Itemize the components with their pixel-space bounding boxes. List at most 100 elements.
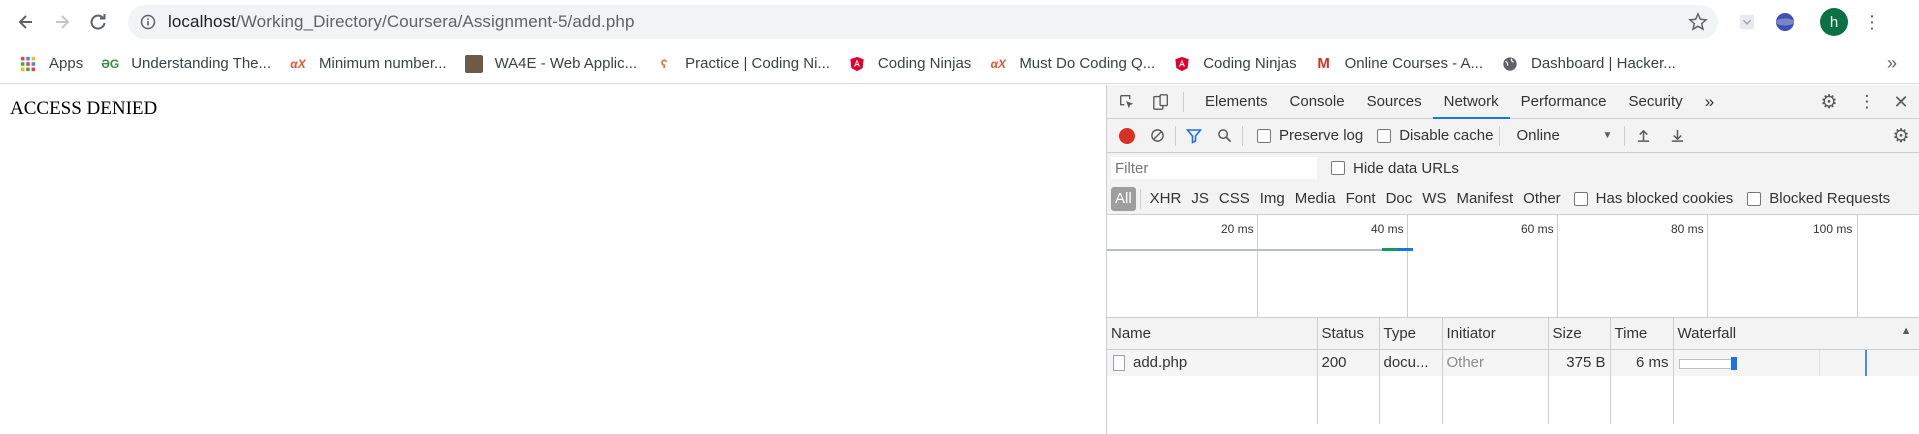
bookmark-edx-1[interactable]: αX Minimum number...	[280, 50, 456, 78]
wa4e-icon	[464, 54, 483, 73]
tab-sources[interactable]: Sources	[1356, 85, 1433, 119]
overview-download-segment	[1397, 248, 1413, 251]
import-har-icon[interactable]	[1631, 124, 1655, 148]
has-blocked-cookies-checkbox[interactable]: Has blocked cookies	[1573, 190, 1733, 207]
record-button[interactable]	[1119, 127, 1135, 144]
column-header-time[interactable]: Time	[1610, 318, 1674, 350]
settings-gear-icon[interactable]: ⚙	[1817, 90, 1841, 114]
type-manifest[interactable]: Manifest	[1451, 187, 1518, 211]
back-button[interactable]	[10, 6, 42, 38]
kebab-menu-icon[interactable]: ⋮	[1862, 12, 1882, 33]
toolbar-divider	[1624, 125, 1626, 146]
column-header-name[interactable]: Name	[1107, 318, 1318, 350]
filter-input[interactable]	[1111, 157, 1317, 179]
bookmark-edx-2[interactable]: αX Must Do Coding Q...	[980, 50, 1164, 78]
close-devtools-icon[interactable]: ✕	[1889, 90, 1913, 114]
type-img[interactable]: Img	[1255, 187, 1290, 211]
star-icon[interactable]	[1688, 12, 1708, 32]
type-doc[interactable]: Doc	[1381, 187, 1418, 211]
bookmark-coding-ninjas-2[interactable]: Coding Ninjas	[1164, 50, 1305, 78]
device-toolbar-icon[interactable]	[1149, 90, 1173, 114]
hide-data-urls-checkbox[interactable]: Hide data URLs	[1331, 160, 1459, 177]
type-font[interactable]: Font	[1341, 187, 1381, 211]
toolbar-divider	[1175, 125, 1176, 146]
coding-ninjas-icon: ʕ	[660, 56, 668, 71]
devtools-tabbar: Elements Console Sources Network Perform…	[1107, 85, 1919, 119]
type-other[interactable]: Other	[1518, 187, 1566, 211]
bookmark-apps[interactable]: Apps	[10, 50, 92, 78]
column-header-waterfall[interactable]: Waterfall ▲	[1673, 318, 1919, 350]
timeline-gridline	[1707, 215, 1708, 318]
reload-icon	[90, 14, 106, 30]
clear-icon[interactable]	[1145, 124, 1169, 148]
reload-button[interactable]	[82, 6, 114, 38]
bookmark-practice-coding-ninjas[interactable]: ʕ Practice | Coding Ni...	[646, 50, 839, 78]
sort-ascending-icon: ▲	[1900, 325, 1912, 337]
type-ws[interactable]: WS	[1417, 187, 1451, 211]
tab-elements[interactable]: Elements	[1194, 85, 1279, 119]
bookmark-online-courses[interactable]: M Online Courses - A...	[1306, 50, 1492, 78]
column-header-type[interactable]: Type	[1379, 318, 1443, 350]
bookmarks-overflow-icon[interactable]: »	[1887, 53, 1897, 74]
type-media[interactable]: Media	[1290, 187, 1341, 211]
avatar[interactable]: h	[1820, 8, 1848, 36]
browser-toolbar: localhost/Working_Directory/Coursera/Ass…	[0, 0, 1919, 44]
type-css[interactable]: CSS	[1214, 187, 1255, 211]
url-text: localhost/Working_Directory/Coursera/Ass…	[168, 12, 635, 31]
tab-console[interactable]: Console	[1279, 85, 1356, 119]
more-tabs-icon[interactable]: »	[1694, 85, 1725, 119]
bookmark-wa4e[interactable]: WA4E - Web Applic...	[456, 50, 647, 78]
toolbar-divider	[1139, 188, 1141, 209]
network-overview-timeline[interactable]: 20 ms 40 ms 60 ms 80 ms 100 ms	[1107, 215, 1919, 318]
extension-icon[interactable]	[1734, 9, 1760, 35]
waterfall-gridline	[1818, 349, 1820, 376]
search-icon[interactable]	[1212, 124, 1236, 148]
waterfall-download-bar	[1730, 356, 1737, 370]
bookmark-label: Apps	[49, 55, 84, 72]
bookmarks-bar: Apps ƏG Understanding The... αX Minimum …	[0, 44, 1919, 84]
globe-extension-icon[interactable]	[1772, 9, 1798, 35]
tick-label: 20 ms	[1221, 222, 1254, 236]
waterfall-load-marker	[1864, 349, 1867, 376]
type-all[interactable]: All	[1111, 186, 1136, 211]
tick-label: 100 ms	[1813, 222, 1853, 236]
type-xhr[interactable]: XHR	[1145, 187, 1187, 211]
timeline-gridline	[1407, 215, 1408, 318]
toolbar-divider	[1242, 125, 1243, 146]
forward-button[interactable]	[46, 6, 78, 38]
resource-type-filter: All XHR JS CSS Img Media Font Doc WS Man…	[1107, 183, 1919, 215]
bookmark-coding-ninjas-1[interactable]: Coding Ninjas	[839, 50, 980, 78]
column-header-status[interactable]: Status	[1317, 318, 1380, 350]
access-denied-message: ACCESS DENIED	[10, 98, 158, 119]
inspect-element-icon[interactable]	[1115, 90, 1139, 114]
document-file-icon	[1113, 355, 1125, 372]
column-header-size[interactable]: Size	[1548, 318, 1611, 350]
dropdown-arrow-icon: ▼	[1602, 130, 1613, 141]
request-size: 375 B	[1548, 349, 1611, 376]
network-settings-gear-icon[interactable]: ⚙	[1889, 124, 1913, 148]
network-toolbar: Preserve log Disable cache Online ▼ ⚙	[1107, 119, 1919, 153]
page-content: ACCESS DENIED	[0, 85, 1106, 434]
throttling-select[interactable]: Online ▼	[1516, 127, 1612, 144]
devtools-menu-icon[interactable]: ⋮	[1855, 90, 1879, 114]
tab-network[interactable]: Network	[1432, 85, 1510, 119]
info-icon[interactable]	[140, 14, 156, 30]
devtools-panel: Elements Console Sources Network Perform…	[1106, 85, 1919, 434]
blocked-requests-checkbox[interactable]: Blocked Requests	[1747, 190, 1890, 207]
type-js[interactable]: JS	[1186, 187, 1214, 211]
table-row[interactable]: add.php 200 docu... Other 375 B 6 ms	[1107, 349, 1919, 376]
address-bar[interactable]: localhost/Working_Directory/Coursera/Ass…	[128, 5, 1718, 39]
disable-cache-checkbox[interactable]: Disable cache	[1377, 127, 1493, 144]
bookmark-dashboard-hacker[interactable]: Dashboard | Hacker...	[1492, 50, 1685, 78]
timeline-gridline	[1257, 215, 1258, 318]
overview-baseline	[1107, 249, 1412, 251]
tab-security[interactable]: Security	[1618, 85, 1694, 119]
apps-grid-icon	[19, 55, 37, 73]
filter-icon[interactable]	[1182, 124, 1206, 148]
bookmark-gfg[interactable]: ƏG Understanding The...	[92, 50, 280, 78]
export-har-icon[interactable]	[1665, 124, 1689, 148]
tab-performance[interactable]: Performance	[1510, 85, 1618, 119]
column-header-initiator[interactable]: Initiator	[1442, 318, 1549, 350]
preserve-log-checkbox[interactable]: Preserve log	[1257, 127, 1363, 144]
arrow-left-icon	[18, 15, 32, 29]
